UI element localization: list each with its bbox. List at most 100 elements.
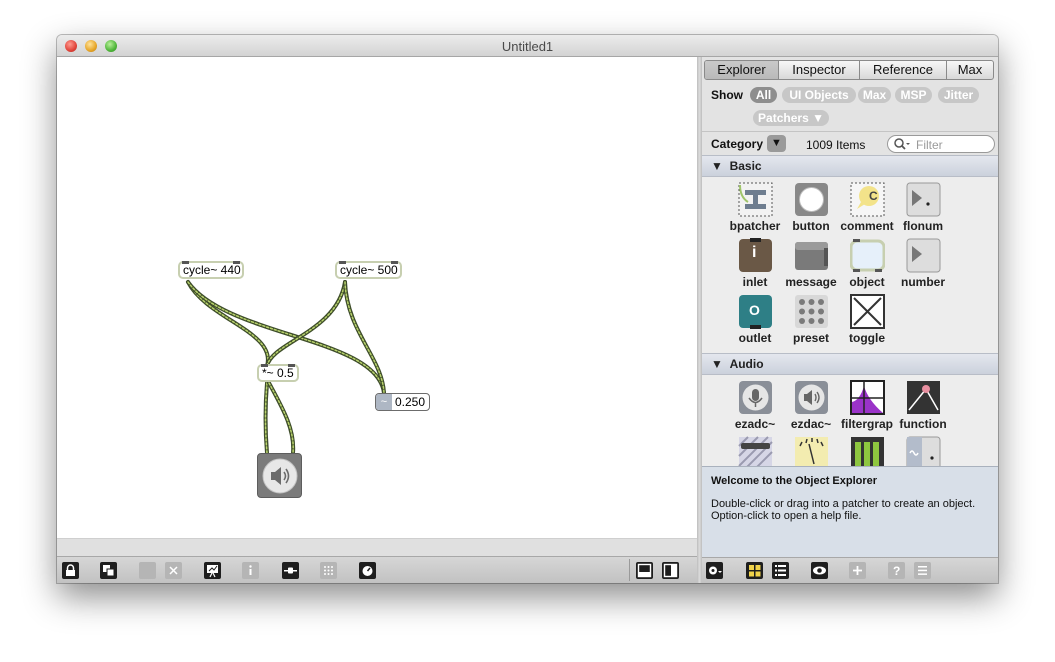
- section-audio-label: Audio: [729, 357, 764, 371]
- filter-search-field[interactable]: Filter: [887, 135, 995, 153]
- menu-lines-icon[interactable]: [914, 562, 931, 579]
- sidebar-tabs: Explorer Inspector Reference Max: [704, 60, 994, 80]
- filter-msp[interactable]: MSP: [895, 87, 932, 103]
- object-tile-ezadc[interactable]: ezadc~: [727, 380, 783, 436]
- category-label: Category: [711, 137, 764, 151]
- patch-cords-icon[interactable]: [139, 562, 156, 579]
- button-icon: [795, 183, 828, 216]
- object-tile-gain[interactable]: [727, 436, 783, 466]
- disclosure-triangle-icon: ▼: [711, 357, 723, 371]
- info-icon[interactable]: [242, 562, 259, 579]
- window-title: Untitled1: [501, 39, 554, 54]
- object-tile-bpatcher[interactable]: bpatcher: [727, 182, 783, 238]
- toolbar-separator: [629, 559, 630, 581]
- single-view-icon[interactable]: [636, 562, 653, 579]
- tab-explorer[interactable]: Explorer: [705, 61, 778, 79]
- category-row: Category ▼ 1009 Items Filter: [702, 131, 998, 155]
- section-audio-header[interactable]: ▼ Audio: [702, 353, 998, 375]
- object-tile-meter[interactable]: [783, 436, 839, 466]
- object-tile-button[interactable]: button: [783, 182, 839, 238]
- comment-icon: [850, 182, 885, 217]
- message-icon: [795, 242, 828, 270]
- horizontal-scrollbar[interactable]: [57, 538, 697, 556]
- object-tile-levelmeter[interactable]: [839, 436, 895, 466]
- split-view-icon[interactable]: [662, 562, 679, 579]
- eye-icon[interactable]: [811, 562, 828, 579]
- object-tile-ezdac[interactable]: ezdac~: [783, 380, 839, 436]
- gain-slider-icon: [738, 436, 773, 466]
- filter-max[interactable]: Max: [858, 87, 891, 103]
- filtergraph-icon: [850, 380, 885, 415]
- gear-icon[interactable]: [706, 562, 723, 579]
- filter-all[interactable]: All: [750, 87, 777, 103]
- ezdac-object[interactable]: [257, 453, 302, 498]
- explorer-toolbar: ?: [702, 557, 998, 583]
- slider-icon[interactable]: [282, 562, 299, 579]
- object-tile-flonum[interactable]: flonum: [895, 182, 951, 238]
- patch-cord[interactable]: [265, 280, 347, 368]
- filter-ui-objects[interactable]: UI Objects: [782, 87, 856, 103]
- category-dropdown[interactable]: ▼: [767, 135, 786, 152]
- comment-glyph: C: [869, 189, 878, 203]
- object-tile-label: function: [899, 417, 947, 431]
- microphone-icon: [739, 381, 772, 414]
- welcome-title: Welcome to the Object Explorer: [711, 475, 878, 487]
- object-tile-filtergraph[interactable]: filtergrap: [839, 380, 895, 436]
- section-basic-header[interactable]: ▼ Basic: [702, 155, 998, 177]
- object-tile-sig-number[interactable]: [895, 436, 951, 466]
- tab-max[interactable]: Max: [946, 61, 993, 79]
- object-box-cycle-440[interactable]: cycle~ 440: [178, 261, 244, 279]
- object-tile-label: preset: [792, 331, 830, 345]
- number-icon: [906, 238, 941, 273]
- object-tile-number[interactable]: number: [895, 238, 951, 294]
- object-tile-label: number: [900, 275, 945, 289]
- object-tile-label: filtergrap: [840, 417, 893, 431]
- object-tile-label: ezdac~: [790, 417, 832, 431]
- basic-object-grid: bpatcher button C comment flonum i inlet: [702, 177, 998, 353]
- object-tile-inlet[interactable]: i inlet: [727, 238, 783, 294]
- object-tile-function[interactable]: function: [895, 380, 951, 436]
- signal-icon: ~: [376, 394, 392, 410]
- tab-inspector[interactable]: Inspector: [778, 61, 859, 79]
- patch-cords: [186, 280, 386, 455]
- function-icon: [907, 381, 940, 414]
- filter-jitter[interactable]: Jitter: [938, 87, 979, 103]
- lock-icon[interactable]: [62, 562, 79, 579]
- filter-patchers[interactable]: Patchers ▼: [753, 110, 829, 126]
- speaker-icon: [795, 381, 828, 414]
- patcher-window: Untitled1 cycle~ 440 cycle~ 500 *~ 0.5 ~…: [57, 35, 998, 583]
- object-tile-message[interactable]: message: [783, 238, 839, 294]
- grid-icon[interactable]: [320, 562, 337, 579]
- object-tile-toggle[interactable]: toggle: [839, 294, 895, 350]
- search-icon: [894, 138, 910, 150]
- toggle-icon: [850, 294, 885, 329]
- object-tile-outlet[interactable]: O outlet: [727, 294, 783, 350]
- presentation-icon[interactable]: [204, 562, 221, 579]
- list-view-icon[interactable]: [772, 562, 789, 579]
- patcher-toolbar: [57, 556, 697, 583]
- new-view-icon[interactable]: [100, 562, 117, 579]
- object-tile-preset[interactable]: preset: [783, 294, 839, 350]
- patcher-canvas[interactable]: cycle~ 440 cycle~ 500 *~ 0.5 ~ 0.250: [57, 57, 697, 538]
- add-icon[interactable]: [849, 562, 866, 579]
- dsp-icon[interactable]: [359, 562, 376, 579]
- object-tile-comment[interactable]: C comment: [839, 182, 895, 238]
- inlet-glyph: i: [752, 244, 757, 261]
- flonum-icon: [906, 182, 941, 217]
- object-tile-label: object: [849, 275, 885, 289]
- disclosure-triangle-icon: ▼: [711, 159, 723, 173]
- object-tile-object[interactable]: object: [839, 238, 895, 294]
- object-box-multiply[interactable]: *~ 0.5: [257, 364, 299, 382]
- audio-object-grid: ezadc~ ezdac~ filtergrap function: [702, 375, 998, 466]
- svg-text:?: ?: [893, 564, 900, 578]
- item-count: 1009 Items: [806, 138, 866, 152]
- grid-view-icon[interactable]: [746, 562, 763, 579]
- delete-icon[interactable]: [165, 562, 182, 579]
- patch-cord[interactable]: [267, 381, 296, 455]
- flonum-box[interactable]: ~ 0.250: [375, 393, 430, 411]
- help-icon[interactable]: ?: [888, 562, 905, 579]
- flonum-value: 0.250: [395, 395, 426, 409]
- tab-reference[interactable]: Reference: [859, 61, 946, 79]
- meter-icon: [795, 437, 828, 466]
- object-box-cycle-500[interactable]: cycle~ 500: [335, 261, 402, 279]
